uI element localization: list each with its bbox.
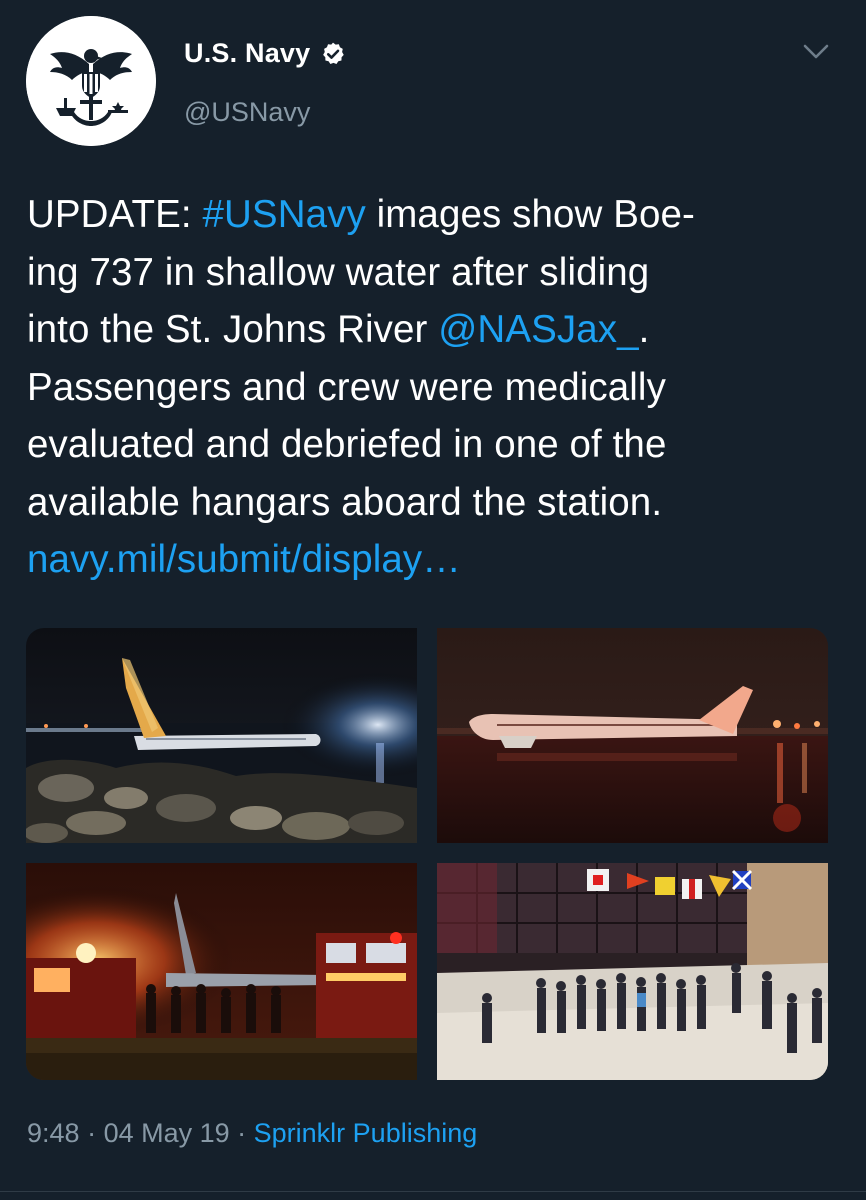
photo-hangar-passengers[interactable] (437, 863, 828, 1080)
verified-badge-icon (323, 42, 345, 64)
tweet-card: U.S. Navy @USNavy UPDATE: #USNavy images… (0, 0, 866, 1200)
tweet-meta: 9:48 · 04 May 19 · Sprinklr Publishing (27, 1118, 477, 1149)
author-display-name[interactable]: U.S. Navy (184, 38, 310, 69)
tweet-text-segment: . (638, 308, 650, 351)
tweet-text-segment: images show Boe- (365, 193, 695, 236)
tweet-text-line: navy.mil/submit/display… (27, 531, 827, 589)
tweet-text-segment: UPDATE: (27, 193, 203, 236)
author-name-row[interactable]: U.S. Navy (184, 38, 346, 69)
meta-separator-2: · (229, 1118, 254, 1148)
tweet-text-segment: ing 737 in shallow water after sliding (27, 250, 650, 294)
navy-logo-icon (26, 16, 156, 146)
photo-fire-trucks-crews[interactable] (26, 863, 417, 1080)
tweet-text-segment: Passengers and crew were medically (27, 365, 666, 409)
mention-link[interactable]: @NASJax_ (438, 308, 638, 351)
photo-aircraft-water-red[interactable] (437, 628, 828, 843)
avatar[interactable] (26, 16, 156, 146)
tweet-text-line: available hangars aboard the station. (27, 474, 827, 532)
author-handle[interactable]: @USNavy (184, 97, 310, 128)
tweet-text-line: Passengers and crew were medically (27, 359, 827, 417)
tweet-text-segment: evaluated and debriefed in one of the (27, 423, 667, 466)
hashtag-link[interactable]: #USNavy (203, 193, 366, 236)
tweet-text-line: UPDATE: #USNavy images show Boe- (27, 186, 827, 244)
tweet-text-segment: available hangars aboard the station. (27, 480, 663, 524)
tweet-text-segment: into the St. Johns River (27, 308, 439, 351)
tweet-time[interactable]: 9:48 (27, 1118, 80, 1148)
tweet-text-line: ing 737 in shallow water after sliding (27, 244, 827, 302)
tweet-source-link[interactable]: Sprinklr Publishing (254, 1118, 478, 1148)
tweet-text-line: into the St. Johns River @NASJax_. (27, 301, 827, 359)
tweet-menu-button[interactable] (800, 38, 832, 66)
meta-separator: · (79, 1118, 104, 1148)
photo-aircraft-river-rocks[interactable] (26, 628, 417, 843)
media-grid (26, 628, 828, 1080)
tweet-text-line: evaluated and debriefed in one of the (27, 416, 827, 474)
tweet-date[interactable]: 04 May 19 (104, 1118, 230, 1148)
chevron-down-icon (803, 44, 829, 59)
tweet-text: UPDATE: #USNavy images show Boe-ing 737 … (27, 186, 827, 589)
url-link[interactable]: navy.mil/submit/display… (27, 538, 461, 581)
